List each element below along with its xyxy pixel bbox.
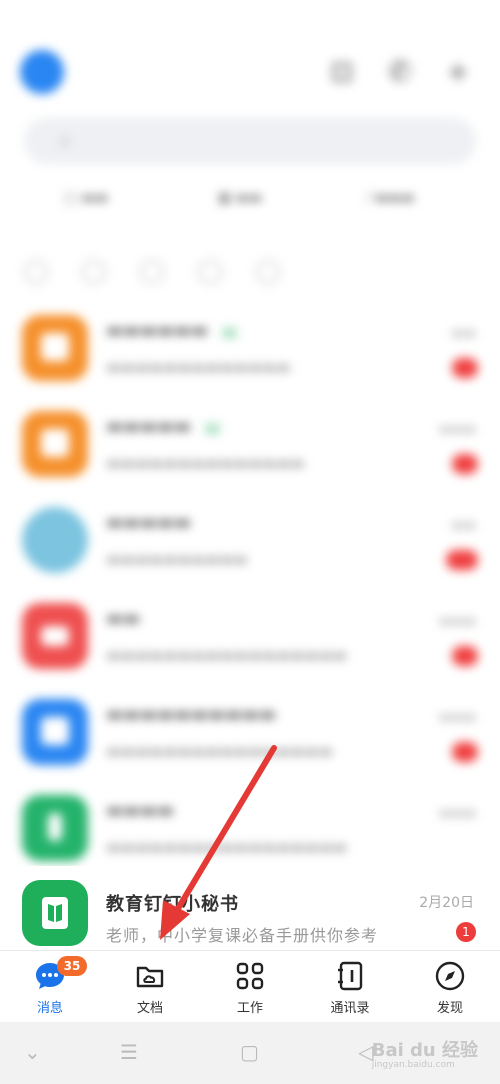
watermark-url: jingyan.baidu.com (371, 1060, 455, 1070)
search-icon: ⌕ (60, 128, 72, 152)
system-nav-bar: ⌄ ☰ ▢ ◁ Bai du 经验 jingyan.baidu.com (0, 1022, 500, 1084)
chat-avatar (22, 699, 88, 765)
tab-work[interactable]: 工作 (200, 951, 300, 1023)
filter-icon[interactable] (140, 260, 164, 284)
chat-item[interactable]: ▬▬▬▬▬ ▬▬ ▬▬▬▬▬▬▬▬▬▬ (0, 492, 500, 588)
chat-avatar (22, 411, 88, 477)
tab-discover[interactable]: 发现 (400, 951, 500, 1023)
user-avatar[interactable] (20, 50, 64, 94)
unread-badge: 1 (456, 922, 476, 942)
chat-item[interactable]: ▬▬▬▬▬▬▬▬▬▬ ▬▬▬ ▬▬▬▬▬▬▬▬▬▬▬▬▬▬▬▬ (0, 684, 500, 780)
collapse-icon[interactable]: ⌄ (24, 1040, 41, 1064)
tab-label: 发现 (436, 1001, 463, 1016)
phone-icon[interactable]: ✆ (382, 54, 418, 90)
chat-item[interactable]: ▬▬ ▬▬▬ ▬▬▬▬▬▬▬▬▬▬▬▬▬▬▬▬▬ (0, 588, 500, 684)
search-bar[interactable]: ⌕ (24, 118, 476, 164)
tab-label: 通讯录 (330, 1001, 370, 1016)
quick-action-1[interactable]: ▢ ▬▬ (64, 190, 108, 206)
status-bar (0, 0, 500, 44)
baidu-jingyan-watermark: Bai du 经验 jingyan.baidu.com (372, 1036, 478, 1070)
chat-avatar (22, 603, 88, 669)
blurred-content: ⊡ ✆ + ⌕ ▢ ▬▬ ▣ ▬▬ ⁄ ▬▬▬ ▬▬▬▬▬▬ ▬ ▬▬ ▬▬▬▬… (0, 0, 500, 948)
chat-avatar (22, 795, 88, 861)
chat-preview: 老师，中小学复课必备手册供你参考 (106, 926, 379, 945)
chat-date: 2月20日 (419, 895, 474, 911)
cloud-folder-icon (136, 966, 164, 988)
grid-apps-icon (236, 962, 264, 990)
open-book-icon (42, 897, 68, 929)
tab-label: 工作 (236, 1001, 263, 1016)
quick-action-2[interactable]: ▣ ▬▬ (218, 190, 262, 206)
filter-row (0, 254, 500, 288)
tab-label: 文档 (136, 1001, 163, 1016)
chat-item[interactable]: ▬▬▬▬ ▬▬▬ ▬▬▬▬▬▬▬▬▬▬▬▬▬▬▬▬▬ (0, 780, 500, 876)
chat-item-education-assistant[interactable]: 教育钉钉小秘书 2月20日 老师，中小学复课必备手册供你参考 1 (0, 866, 500, 950)
watermark-text: Bai du 经验 (371, 1040, 478, 1061)
bottom-tab-bar: 35 消息 文档 工作 通讯录 发现 (0, 950, 500, 1023)
menu-icon[interactable]: ☰ (120, 1040, 138, 1064)
tab-contacts[interactable]: 通讯录 (300, 951, 400, 1023)
filter-icon[interactable] (82, 260, 106, 284)
compass-icon (435, 961, 465, 991)
tab-label: 消息 (36, 1001, 63, 1016)
chat-avatar (22, 315, 88, 381)
tab-badge: 35 (57, 956, 87, 976)
chat-avatar (22, 880, 88, 946)
home-icon[interactable]: ▢ (240, 1040, 259, 1064)
plus-icon[interactable]: + (440, 54, 476, 90)
top-bar: ⊡ ✆ + (0, 48, 500, 98)
contacts-book-icon (338, 961, 363, 991)
tab-messages[interactable]: 35 消息 (0, 951, 100, 1023)
chat-item[interactable]: ▬▬▬▬▬▬ ▬ ▬▬ ▬▬▬▬▬▬▬▬▬▬▬▬▬ (0, 300, 500, 396)
chat-name: 教育钉钉小秘书 (106, 894, 239, 915)
filter-icon[interactable] (24, 260, 48, 284)
quick-action-3[interactable]: ⁄ ▬▬▬ (368, 190, 414, 206)
quick-actions: ▢ ▬▬ ▣ ▬▬ ⁄ ▬▬▬ (0, 182, 500, 222)
chat-avatar (22, 507, 88, 573)
scan-icon[interactable]: ⊡ (324, 54, 360, 90)
filter-icon[interactable] (256, 260, 280, 284)
tab-documents[interactable]: 文档 (100, 951, 200, 1023)
filter-icon[interactable] (198, 260, 222, 284)
chat-item[interactable]: ▬▬▬▬▬ ▬ ▬▬▬ ▬▬▬▬▬▬▬▬▬▬▬▬▬▬ (0, 396, 500, 492)
